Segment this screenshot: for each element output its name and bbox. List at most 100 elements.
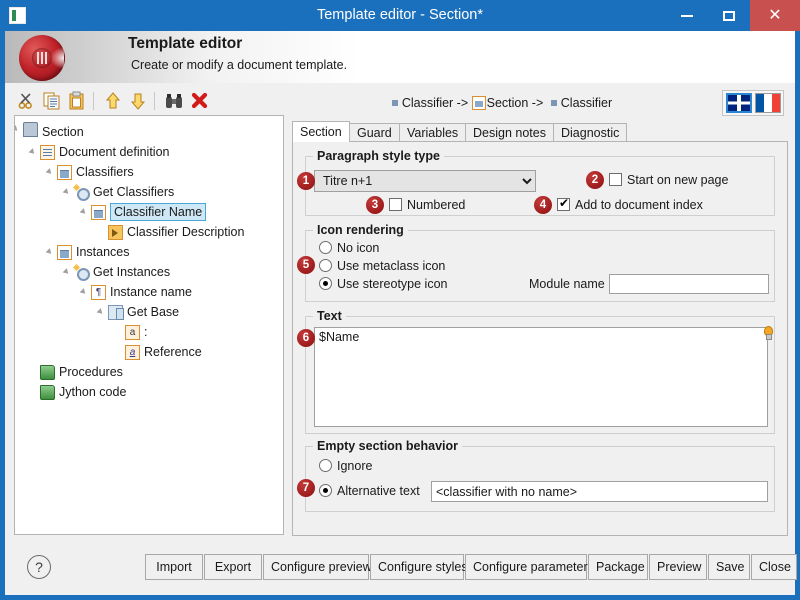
breadcrumb: Classifier -> Section -> Classifier: [292, 93, 712, 113]
tree-node-label: Get Base: [127, 305, 180, 319]
copy-icon[interactable]: [41, 90, 63, 112]
banner-subtitle: Create or modify a document template.: [131, 58, 348, 72]
tree-node-icon: [57, 165, 72, 180]
tree-node[interactable]: a:: [15, 322, 283, 342]
radio-use-stereotype-icon-label: Use stereotype icon: [337, 277, 448, 291]
radio-no-icon[interactable]: [319, 241, 332, 254]
tab-diagnostic[interactable]: Diagnostic: [553, 123, 628, 142]
start-on-new-page-checkbox[interactable]: [609, 173, 622, 186]
tree-node-icon: [91, 205, 106, 220]
tree-node[interactable]: Get Base: [15, 302, 283, 322]
start-on-new-page-row[interactable]: Start on new page: [609, 173, 728, 188]
tree-expander-icon[interactable]: [28, 148, 37, 156]
tab-section[interactable]: Section: [292, 121, 350, 142]
export-button[interactable]: Export: [204, 554, 262, 580]
add-to-document-index-row[interactable]: Add to document index: [557, 196, 703, 213]
tricolore-icon: [756, 94, 780, 112]
import-button[interactable]: Import: [145, 554, 203, 580]
tab-strip: Section Guard Variables Design notes Diagnos…: [292, 121, 788, 142]
close-button[interactable]: ✕: [750, 0, 800, 31]
tree-node[interactable]: Document definition: [15, 142, 283, 162]
radio-use-metaclass-icon-label: Use metaclass icon: [337, 259, 446, 273]
radio-use-stereotype-icon-row[interactable]: Use stereotype icon: [319, 277, 447, 292]
group-empty-section-legend: Empty section behavior: [313, 439, 463, 453]
text-template-textarea[interactable]: [314, 327, 768, 427]
english-flag-button[interactable]: [726, 93, 752, 113]
tree-node[interactable]: a Reference: [15, 342, 283, 362]
minimize-button[interactable]: [666, 0, 708, 31]
maximize-button[interactable]: [708, 0, 750, 31]
radio-alternative-text-row[interactable]: Alternative text: [319, 484, 420, 499]
breadcrumb-part-2[interactable]: Section ->: [487, 96, 544, 110]
move-up-icon[interactable]: [102, 90, 124, 112]
tree-node[interactable]: Instances: [15, 242, 283, 262]
tree-node[interactable]: Classifier Description: [15, 222, 283, 242]
configure-parameters-button[interactable]: Configure parameters: [465, 554, 594, 580]
module-name-label: Module name: [529, 277, 605, 291]
move-up-icon-svg: [105, 92, 121, 109]
cut-icon[interactable]: [16, 90, 38, 112]
tree-node[interactable]: Classifiers: [15, 162, 283, 182]
find-icon[interactable]: [163, 90, 185, 112]
tree-expander-icon[interactable]: [15, 125, 20, 133]
radio-ignore[interactable]: [319, 459, 332, 472]
tab-variables[interactable]: Variables: [399, 123, 467, 142]
tree-node-label: Jython code: [59, 385, 127, 399]
delete-icon[interactable]: [189, 90, 211, 112]
tree-node[interactable]: Procedures: [15, 362, 283, 382]
tree-expander-icon[interactable]: [45, 248, 54, 256]
badge-3: 3: [366, 196, 384, 214]
preview-button[interactable]: Preview: [649, 554, 707, 580]
numbered-row[interactable]: Numbered: [389, 198, 465, 213]
paragraph-style-select[interactable]: Titre n+1: [314, 170, 536, 192]
tree-node-icon: [40, 145, 55, 160]
tree-expander-icon[interactable]: [62, 188, 71, 196]
radio-use-stereotype-icon[interactable]: [319, 277, 332, 290]
move-down-icon[interactable]: [127, 90, 149, 112]
tree-node[interactable]: Get Classifiers: [15, 182, 283, 202]
toolbar-separator-2: [154, 92, 155, 110]
help-button[interactable]: ?: [27, 555, 51, 579]
radio-no-icon-row[interactable]: No icon: [319, 241, 379, 256]
alternative-text-input[interactable]: [431, 481, 768, 502]
breadcrumb-dot-icon-2: [550, 99, 557, 106]
maximize-icon: [723, 11, 735, 22]
header-banner: Template editor Create or modify a docum…: [5, 31, 795, 83]
tree-expander-icon[interactable]: [96, 308, 105, 316]
tree-node[interactable]: Jython code: [15, 382, 283, 402]
radio-alternative-text[interactable]: [319, 484, 332, 497]
tree-node[interactable]: Classifier Name: [15, 202, 283, 222]
template-tree[interactable]: Section Document definition Classifiers Get…: [14, 115, 284, 535]
tree-expander-icon[interactable]: [79, 288, 88, 296]
tree-node-label: Reference: [144, 345, 202, 359]
tree-node-icon: a: [125, 325, 140, 340]
tree-node-label: Procedures: [59, 365, 123, 379]
radio-ignore-row[interactable]: Ignore: [319, 459, 372, 474]
tree-node[interactable]: Get Instances: [15, 262, 283, 282]
module-name-input[interactable]: [609, 274, 769, 294]
breadcrumb-part-3[interactable]: Classifier: [561, 96, 612, 110]
configure-preview-button[interactable]: Configure preview: [263, 554, 372, 580]
move-down-icon-svg: [130, 93, 146, 110]
badge-2: 2: [586, 171, 604, 189]
tab-design-notes[interactable]: Design notes: [465, 123, 554, 142]
save-button[interactable]: Save: [708, 554, 750, 580]
close-button[interactable]: Close: [751, 554, 797, 580]
radio-use-metaclass-icon[interactable]: [319, 259, 332, 272]
tree-expander-icon[interactable]: [62, 268, 71, 276]
tree-node[interactable]: ¶ Instance name: [15, 282, 283, 302]
configure-styles-button[interactable]: Configure styles: [370, 554, 468, 580]
tree-expander-icon[interactable]: [45, 168, 54, 176]
numbered-checkbox[interactable]: [389, 198, 402, 211]
tab-guard[interactable]: Guard: [349, 123, 400, 142]
package-button[interactable]: Package: [588, 554, 648, 580]
french-flag-button[interactable]: [755, 93, 781, 113]
breadcrumb-part-1[interactable]: Classifier ->: [402, 96, 468, 110]
add-to-document-index-checkbox[interactable]: [557, 196, 570, 211]
tree-node-icon: [108, 225, 123, 240]
tree-expander-icon[interactable]: [79, 208, 88, 216]
paste-icon[interactable]: [66, 90, 88, 112]
radio-use-metaclass-icon-row[interactable]: Use metaclass icon: [319, 259, 445, 274]
tree-node[interactable]: Section: [15, 116, 283, 142]
language-selector: [722, 90, 784, 116]
